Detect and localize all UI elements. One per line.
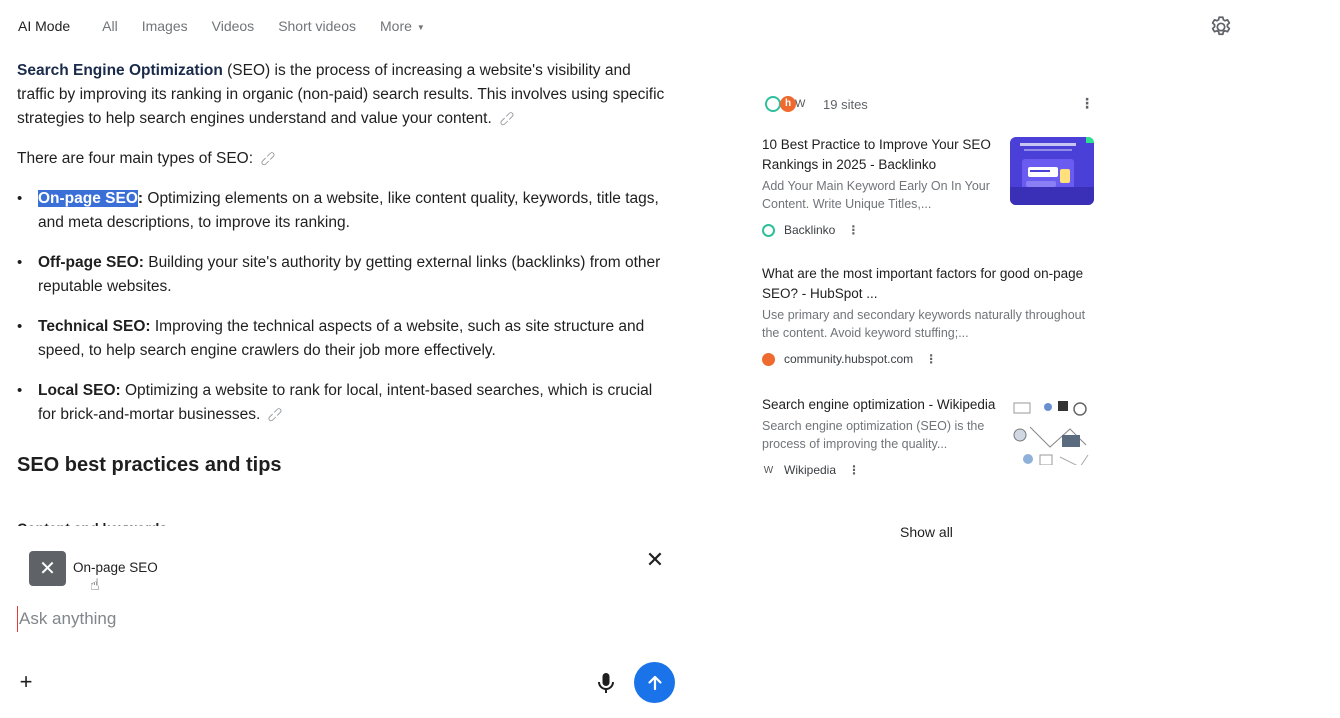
nav-tabs: AI Mode All Images Videos Short videos M…	[18, 18, 425, 34]
more-vert-icon[interactable]: ⋮	[848, 463, 860, 477]
tab-short-videos[interactable]: Short videos	[278, 18, 356, 34]
more-vert-icon[interactable]: ⋮	[925, 352, 937, 366]
more-label: More	[380, 18, 412, 34]
list-item: Local SEO: Optimizing a website to rank …	[17, 379, 667, 427]
tab-videos[interactable]: Videos	[212, 18, 255, 34]
list-item-term: Technical SEO:	[38, 318, 151, 335]
close-icon[interactable]: ✕	[644, 547, 666, 573]
source-site-name: community.hubspot.com	[784, 352, 914, 366]
source-site-name: Backlinko	[784, 223, 836, 237]
tab-images[interactable]: Images	[142, 18, 188, 34]
tab-all[interactable]: All	[102, 18, 118, 34]
intro-keyword: Search Engine Optimization	[17, 62, 223, 79]
hubspot-favicon	[762, 352, 775, 366]
caret-down-icon: ▼	[416, 22, 425, 32]
list-item-term: Local SEO:	[38, 382, 121, 399]
link-icon[interactable]: ⊂⊃	[492, 104, 522, 134]
list-item: Off-page SEO: Building your site's autho…	[17, 251, 667, 299]
source-card[interactable]: 10 Best Practice to Improve Your SEO Ran…	[762, 135, 1097, 237]
section-heading: SEO best practices and tips	[17, 454, 282, 476]
clear-selection-button[interactable]: ✕	[29, 551, 66, 586]
source-title[interactable]: 10 Best Practice to Improve Your SEO Ran…	[762, 135, 1002, 175]
list-item-desc: Optimizing a website to rank for local, …	[38, 382, 653, 423]
source-card[interactable]: What are the most important factors for …	[762, 264, 1097, 366]
source-thumbnail[interactable]	[1010, 397, 1094, 465]
source-snippet: Use primary and secondary keywords natur…	[762, 308, 1086, 340]
wikipedia-favicon: W	[795, 98, 806, 110]
selected-text[interactable]: On-page SEO	[38, 190, 138, 207]
ask-input[interactable]	[17, 606, 637, 632]
source-site-name: Wikipedia	[784, 463, 837, 477]
scissors-close-icon: ✕	[39, 558, 56, 580]
list-item-term: Off-page SEO:	[38, 254, 144, 271]
site-favicons: h W	[765, 94, 811, 114]
source-title[interactable]: Search engine optimization - Wikipedia	[762, 395, 1002, 415]
gear-icon[interactable]	[1208, 14, 1234, 40]
ai-answer: Search Engine Optimization (SEO) is the …	[17, 59, 667, 477]
types-intro-text: There are four main types of SEO:	[17, 150, 254, 167]
list-item: On-page SEO: Optimizing elements on a we…	[17, 187, 667, 235]
hubspot-favicon: h	[780, 96, 796, 112]
backlinko-favicon	[765, 96, 781, 112]
show-all-button[interactable]: Show all	[900, 524, 953, 540]
source-site: community.hubspot.com ⋮	[762, 352, 1092, 366]
sources-header[interactable]: h W 19 sites ⋮	[762, 90, 1094, 118]
source-site: Backlinko ⋮	[762, 223, 1002, 237]
types-intro: There are four main types of SEO: ⊂⊃	[17, 147, 667, 171]
source-site: W Wikipedia ⋮	[762, 463, 1002, 477]
list-item: Technical SEO: Improving the technical a…	[17, 315, 667, 363]
plus-icon[interactable]: +	[15, 670, 37, 694]
top-nav: AI Mode All Images Videos Short videos M…	[0, 0, 1340, 54]
subheading-clipped: Content and keywords	[17, 518, 167, 526]
mic-icon[interactable]	[595, 670, 617, 696]
tab-ai-mode[interactable]: AI Mode	[18, 18, 70, 34]
arrow-up-icon	[647, 675, 662, 690]
source-snippet: Add Your Main Keyword Early On In Your C…	[762, 179, 990, 211]
intro-paragraph: Search Engine Optimization (SEO) is the …	[17, 59, 667, 131]
source-card[interactable]: Search engine optimization - Wikipedia S…	[762, 395, 1097, 477]
wikipedia-favicon: W	[763, 464, 774, 476]
send-button[interactable]	[634, 662, 675, 703]
link-icon[interactable]: ⊂⊃	[260, 400, 290, 430]
more-vert-icon[interactable]: ⋮	[1080, 96, 1094, 110]
sources-count: 19 sites	[823, 96, 868, 112]
source-title[interactable]: What are the most important factors for …	[762, 264, 1092, 304]
pointer-cursor-icon: ☝	[90, 577, 100, 594]
more-vert-icon[interactable]: ⋮	[847, 223, 859, 237]
source-snippet: Search engine optimization (SEO) is the …	[762, 419, 985, 451]
backlinko-favicon	[762, 223, 775, 237]
more-menu[interactable]: More ▼	[380, 18, 425, 34]
link-icon[interactable]: ⊂⊃	[253, 144, 283, 174]
seo-types-list: On-page SEO: Optimizing elements on a we…	[17, 187, 667, 427]
source-thumbnail[interactable]	[1010, 137, 1094, 205]
selection-chip-label: On-page SEO	[73, 560, 158, 575]
